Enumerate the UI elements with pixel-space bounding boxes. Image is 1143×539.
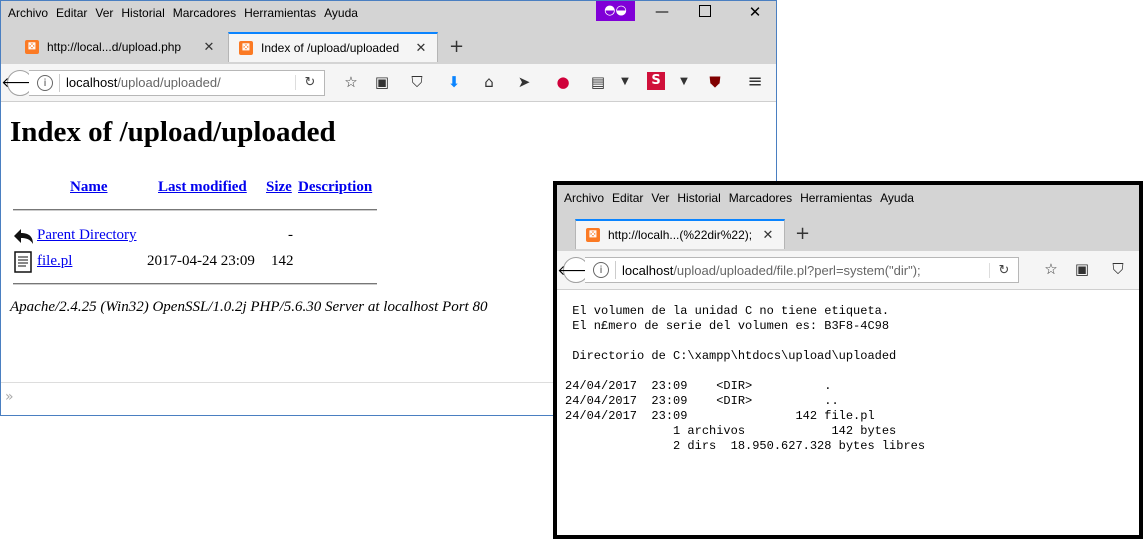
menu-herramientas[interactable]: Herramientas (244, 6, 316, 20)
tab-label: Index of /upload/uploaded (261, 41, 400, 55)
xampp-favicon-icon: ⊠ (239, 41, 253, 55)
menu-ayuda[interactable]: Ayuda (324, 6, 358, 20)
menu-bar: Archivo Editar Ver Historial Marcadores … (557, 185, 1139, 211)
reload-icon[interactable]: ↻ (989, 262, 1018, 278)
back-arrow-icon (14, 229, 33, 244)
reader-view-icon[interactable]: ▣ (372, 72, 392, 92)
parent-directory-link[interactable]: Parent Directory (37, 227, 137, 243)
browser-window-output: Archivo Editar Ver Historial Marcadores … (553, 181, 1143, 539)
reload-icon[interactable]: ↻ (295, 75, 324, 90)
bookmark-star-icon[interactable]: ☆ (1041, 259, 1061, 279)
downloads-icon[interactable]: ⬇ (444, 72, 464, 92)
menu-historial[interactable]: Historial (677, 191, 720, 205)
command-output: El volumen de la unidad C no tiene etiqu… (565, 304, 926, 453)
row-parent-directory: Parent Directory (37, 227, 137, 244)
ublock-origin-icon[interactable]: ⛊ (705, 72, 725, 92)
column-modified-header[interactable]: Last modified (158, 179, 247, 196)
menu-ver[interactable]: Ver (95, 6, 113, 20)
menu-herramientas[interactable]: Herramientas (800, 191, 872, 205)
menu-marcadores[interactable]: Marcadores (729, 191, 792, 205)
s-extension-icon[interactable]: S (647, 72, 665, 90)
tab-label: http://local...d/upload.php (47, 40, 182, 54)
menu-editar[interactable]: Editar (56, 6, 87, 20)
dropdown-arrow-icon[interactable]: ▼ (615, 72, 635, 92)
navigation-toolbar: 🡐 i localhost/upload/uploaded/file.pl?pe… (557, 251, 1139, 290)
bookmark-star-icon[interactable]: ☆ (341, 72, 361, 92)
menu-editar[interactable]: Editar (612, 191, 643, 205)
tab-index-uploaded[interactable]: ⊠ Index of /upload/uploaded ✕ (228, 32, 438, 62)
close-window-button[interactable]: ✕ (745, 2, 765, 22)
dropdown-arrow-icon[interactable]: ▼ (674, 72, 694, 92)
menu-historial[interactable]: Historial (121, 6, 164, 20)
menu-archivo[interactable]: Archivo (564, 191, 604, 205)
tab-file-pl-dir[interactable]: ⊠ http://localh...(%22dir%22); ✕ (575, 219, 785, 249)
navigation-toolbar: 🡐 i localhost/upload/uploaded/ ↻ ☆ ▣ ⛉ ⬇… (1, 64, 776, 102)
menu-ayuda[interactable]: Ayuda (880, 191, 914, 205)
tab-bar: ⊠ http://localh...(%22dir%22); ✕ + (557, 211, 1139, 251)
menu-ver[interactable]: Ver (651, 191, 669, 205)
reader-view-icon[interactable]: ▣ (1072, 259, 1092, 279)
minimize-button[interactable]: — (652, 2, 672, 22)
pocket-icon[interactable]: ⛉ (407, 72, 427, 92)
url-bar[interactable]: i localhost/upload/uploaded/ ↻ (29, 69, 325, 96)
info-icon[interactable]: i (37, 74, 53, 91)
column-size-header[interactable]: Size (266, 179, 292, 196)
page-title: Index of /upload/uploaded (10, 116, 336, 148)
url-bar[interactable]: i localhost/upload/uploaded/file.pl?perl… (585, 257, 1019, 283)
clipboard-icon[interactable]: ▤ (588, 72, 608, 92)
private-browsing-icon: ◓◒ (596, 1, 635, 21)
column-description-header[interactable]: Description (298, 179, 372, 196)
tab-upload-php[interactable]: ⊠ http://local...d/upload.php ✕ (15, 32, 225, 62)
row-file-modified: 2017-04-24 23:09 (147, 253, 255, 269)
maximize-button[interactable] (699, 5, 711, 17)
url-separator (59, 73, 60, 92)
divider-bottom (13, 283, 377, 285)
url-text[interactable]: localhost/upload/uploaded/file.pl?perl=s… (622, 263, 989, 278)
tab-close-icon[interactable]: ✕ (201, 39, 217, 55)
column-name-header[interactable]: Name (70, 179, 108, 196)
file-pl-link[interactable]: file.pl (37, 253, 72, 269)
url-separator (615, 261, 616, 279)
row-parent-size: - (288, 227, 293, 243)
tab-label: http://localh...(%22dir%22); (608, 228, 753, 242)
tab-close-icon[interactable]: ✕ (413, 40, 429, 56)
tab-close-icon[interactable]: ✕ (760, 227, 776, 243)
color-extension-icon[interactable]: ● (553, 72, 573, 92)
menu-archivo[interactable]: Archivo (8, 6, 48, 20)
row-file-size: 142 (271, 253, 294, 269)
chevron-right-icon[interactable]: » (5, 389, 14, 405)
send-icon[interactable]: ➤ (514, 72, 534, 92)
info-icon[interactable]: i (593, 262, 609, 278)
pocket-icon[interactable]: ⛉ (1108, 259, 1128, 279)
home-icon[interactable]: ⌂ (479, 72, 499, 92)
url-text[interactable]: localhost/upload/uploaded/ (66, 75, 295, 90)
new-tab-button[interactable]: + (795, 223, 810, 244)
row-file-pl: file.pl (37, 253, 72, 270)
tab-bar: ⊠ http://local...d/upload.php ✕ ⊠ Index … (1, 24, 776, 64)
divider-top (13, 209, 377, 211)
new-tab-button[interactable]: + (449, 36, 464, 57)
xampp-favicon-icon: ⊠ (586, 228, 600, 242)
menu-marcadores[interactable]: Marcadores (173, 6, 236, 20)
server-signature: Apache/2.4.25 (Win32) OpenSSL/1.0.2j PHP… (10, 299, 488, 315)
hamburger-menu-icon[interactable]: ≡ (745, 72, 765, 92)
text-file-icon (14, 251, 32, 273)
xampp-favicon-icon: ⊠ (25, 40, 39, 54)
